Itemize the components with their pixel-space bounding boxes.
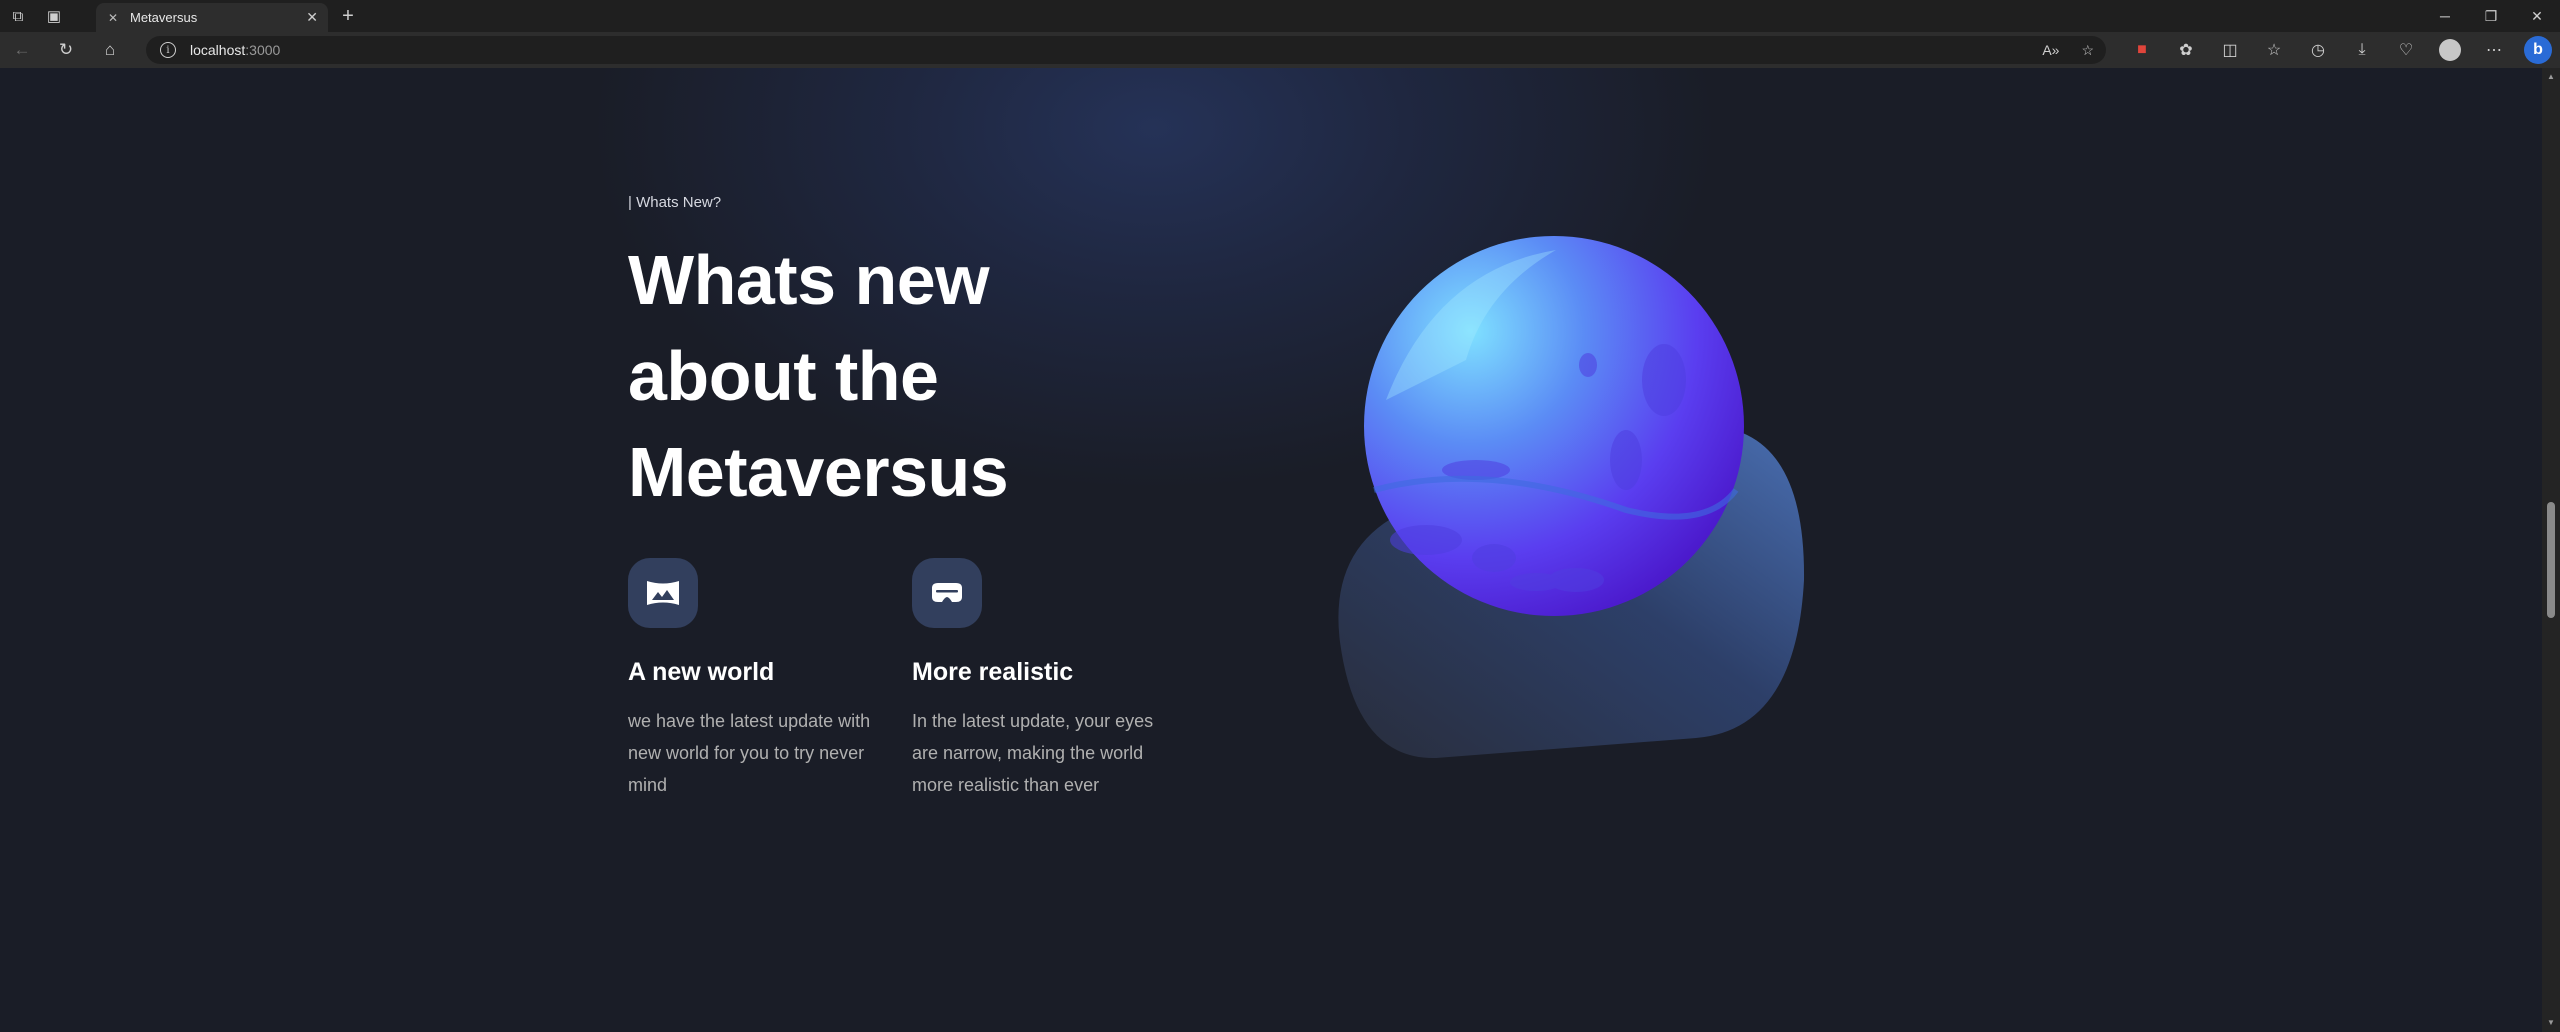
feature-icon-tile	[912, 558, 982, 628]
page-viewport	[4, 68, 2542, 1032]
favorites-icon[interactable]: ☆	[2252, 32, 2296, 68]
home-icon[interactable]: ⌂	[88, 32, 132, 68]
site-info-icon[interactable]: i	[160, 42, 176, 58]
vr-headset-icon	[932, 583, 962, 602]
planet-illustration	[1338, 236, 1805, 759]
split-screen-icon[interactable]: ◫	[2208, 32, 2252, 68]
favorite-star-icon[interactable]: ☆	[2081, 42, 2094, 59]
restore-icon[interactable]: ❐	[2468, 0, 2514, 32]
planet-sphere	[1364, 236, 1744, 616]
scrollbar-thumb[interactable]	[2547, 502, 2555, 618]
back-icon[interactable]: ←	[0, 32, 44, 68]
profile-avatar[interactable]	[2439, 39, 2461, 61]
feature-card: More realistic In the latest update, you…	[912, 558, 1172, 801]
landscape-icon	[647, 581, 679, 605]
feature-title: More realistic	[912, 658, 1074, 686]
workspaces-icon[interactable]: ⧉	[0, 0, 36, 32]
address-port: :3000	[245, 42, 281, 58]
close-window-icon[interactable]: ✕	[2514, 0, 2560, 32]
page-scrollbar[interactable]: ▲ ▼	[2542, 68, 2560, 1032]
more-menu-icon[interactable]: ⋯	[2472, 32, 2516, 68]
tab-actions-icon[interactable]: ▣	[36, 0, 72, 32]
new-tab-icon[interactable]: +	[336, 0, 360, 32]
feature-title: A new world	[628, 658, 775, 686]
copilot-icon[interactable]: b	[2524, 36, 2552, 64]
toolbar-actions: ■ ✿ ◫ ☆ ◷ ⤓ ♡ ⋯ b	[2120, 32, 2560, 68]
minimize-icon[interactable]: ─	[2422, 0, 2468, 32]
window-controls: ─ ❐ ✕	[2422, 0, 2560, 32]
feature-description: In the latest update, your eyes are narr…	[912, 711, 1154, 795]
performance-icon[interactable]: ♡	[2384, 32, 2428, 68]
feature-icon-tile	[628, 558, 698, 628]
read-aloud-icon[interactable]: A»	[2042, 42, 2059, 58]
section-headline: Whats new about the Metaversus	[628, 232, 1188, 520]
browser-tab[interactable]: ✕ Metaversus ✕	[96, 3, 328, 32]
scroll-up-icon[interactable]: ▲	[2546, 72, 2556, 82]
section-eyebrow: | Whats New?	[628, 194, 722, 211]
address-bar[interactable]: i localhost:3000 A» ☆	[146, 36, 2106, 64]
browser-tab-bar: ⧉ ▣ ✕ Metaversus ✕ + ─ ❐ ✕	[0, 0, 2560, 32]
headline-line-3: Metaversus	[628, 433, 1009, 511]
tab-title: Metaversus	[130, 10, 198, 25]
feature-description: we have the latest update with new world…	[628, 711, 871, 795]
site-favicon-icon: ✕	[107, 10, 119, 25]
scroll-down-icon[interactable]: ▼	[2546, 1018, 2556, 1028]
history-icon[interactable]: ◷	[2296, 32, 2340, 68]
extensions-puzzle-icon[interactable]: ✿	[2164, 32, 2208, 68]
feature-card: A new world we have the latest update wi…	[628, 558, 888, 801]
refresh-icon[interactable]: ↻	[44, 32, 88, 68]
close-tab-icon[interactable]: ✕	[306, 9, 318, 26]
browser-toolbar: ← ↻ ⌂ i localhost:3000 A» ☆ ■ ✿ ◫ ☆ ◷ ⤓ …	[0, 32, 2560, 68]
headline-line-2: about the	[628, 337, 939, 415]
extension-icon[interactable]: ■	[2120, 32, 2164, 68]
downloads-icon[interactable]: ⤓	[2340, 32, 2384, 68]
address-host: localhost	[190, 42, 246, 58]
headline-line-1: Whats new	[628, 241, 990, 319]
